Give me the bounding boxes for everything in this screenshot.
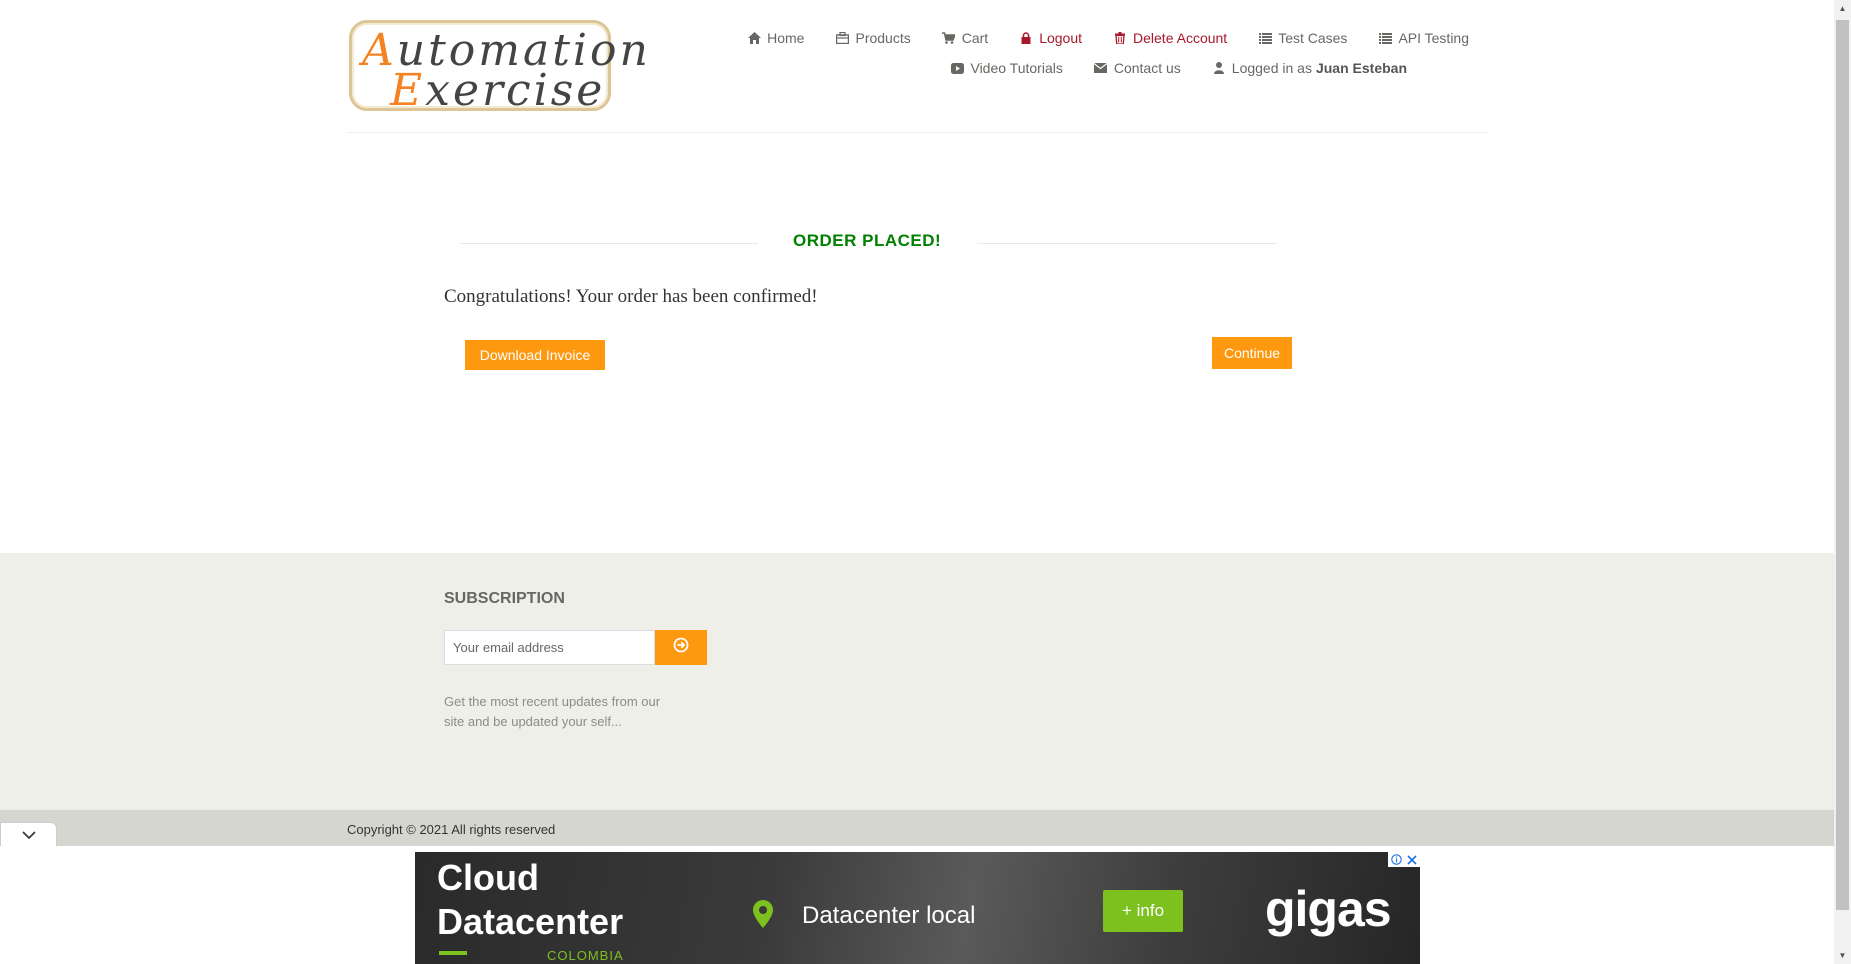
- nav-api-testing-label: API Testing: [1398, 30, 1469, 46]
- arrow-circle-right-icon: [673, 637, 689, 658]
- secondary-nav: Video Tutorials Contact us Logged in as …: [919, 60, 1407, 76]
- products-icon: [835, 31, 849, 45]
- logo-initial-e: E: [390, 65, 426, 116]
- logo-word-exercise: xercise: [425, 65, 606, 116]
- ad-info-button[interactable]: + info: [1103, 890, 1183, 932]
- list-icon: [1378, 31, 1392, 45]
- envelope-icon: [1094, 61, 1108, 75]
- subscription-title: SUBSCRIPTION: [444, 590, 565, 607]
- nav-logged-in-as[interactable]: Logged in as Juan Esteban: [1212, 60, 1407, 76]
- site-logo[interactable]: Automation Exercise: [349, 20, 648, 116]
- title-divider-left: [460, 243, 758, 244]
- main-nav: Home Products Cart Logout Delete Account…: [716, 30, 1469, 46]
- nav-cart[interactable]: Cart: [942, 30, 988, 46]
- logged-in-label: Logged in as: [1231, 60, 1312, 76]
- logged-in-username: Juan Esteban: [1315, 60, 1407, 76]
- home-icon: [747, 31, 761, 45]
- lock-icon: [1019, 31, 1033, 45]
- page-scrollbar[interactable]: ▲ ▼: [1834, 0, 1851, 964]
- nav-video-tutorials[interactable]: Video Tutorials: [950, 60, 1063, 76]
- ad-tagline: Datacenter local: [802, 902, 976, 929]
- nav-delete-account-label: Delete Account: [1133, 30, 1228, 46]
- nav-delete-account[interactable]: Delete Account: [1113, 30, 1227, 46]
- ad-title-line2: Datacenter: [437, 901, 624, 942]
- order-placed-title: ORDER PLACED!: [793, 231, 942, 250]
- continue-button[interactable]: Continue: [1212, 337, 1292, 369]
- nav-test-cases[interactable]: Test Cases: [1258, 30, 1347, 46]
- site-header: Automation Exercise Home Products Cart L…: [347, 0, 1487, 133]
- order-confirmation-message: Congratulations! Your order has been con…: [444, 286, 818, 307]
- subscription-email-input[interactable]: [444, 630, 655, 665]
- close-icon[interactable]: [1404, 852, 1420, 867]
- order-placed-section: ORDER PLACED! Congratulations! Your orde…: [0, 133, 1851, 553]
- ad-banner[interactable]: Cloud Datacenter COLOMBIA Datacenter loc…: [415, 852, 1420, 964]
- nav-home-label: Home: [767, 30, 805, 46]
- nav-products-label: Products: [855, 30, 911, 46]
- nav-contact-us-label: Contact us: [1113, 60, 1181, 76]
- footer-bottom: Copyright © 2021 All rights reserved: [0, 810, 1834, 846]
- nav-logout[interactable]: Logout: [1019, 30, 1082, 46]
- ad-brand-logo: gigas: [1265, 881, 1392, 937]
- scroll-up-arrow-icon[interactable]: ▲: [1834, 0, 1851, 17]
- ad-collapse-toggle[interactable]: [0, 822, 57, 846]
- subscription-description: Get the most recent updates from our sit…: [444, 694, 661, 729]
- download-invoice-button[interactable]: Download Invoice: [465, 340, 605, 370]
- ad-choices-icon[interactable]: [1388, 852, 1404, 867]
- cart-icon: [942, 31, 956, 45]
- scrollbar-thumb[interactable]: [1836, 20, 1849, 910]
- footer-widget: SUBSCRIPTION Get the most recent updates…: [0, 553, 1834, 810]
- copyright-text: Copyright © 2021 All rights reserved: [347, 822, 556, 837]
- ad-title-line1: Cloud: [437, 857, 539, 898]
- nav-video-tutorials-label: Video Tutorials: [970, 60, 1063, 76]
- ad-controls: [1388, 852, 1420, 867]
- nav-products[interactable]: Products: [835, 30, 911, 46]
- nav-test-cases-label: Test Cases: [1278, 30, 1348, 46]
- ad-country: COLOMBIA: [547, 948, 624, 963]
- chevron-down-icon: [21, 826, 36, 844]
- list-icon: [1258, 31, 1272, 45]
- map-pin-icon: [753, 900, 773, 933]
- nav-api-testing[interactable]: API Testing: [1378, 30, 1469, 46]
- title-divider-right: [977, 243, 1277, 244]
- trash-icon: [1113, 31, 1127, 45]
- nav-home[interactable]: Home: [747, 30, 804, 46]
- nav-contact-us[interactable]: Contact us: [1094, 60, 1181, 76]
- youtube-icon: [950, 61, 964, 75]
- ad-container: Cloud Datacenter COLOMBIA Datacenter loc…: [0, 846, 1834, 964]
- nav-cart-label: Cart: [961, 30, 989, 46]
- nav-logout-label: Logout: [1039, 30, 1083, 46]
- ad-accent-bar: [439, 951, 467, 955]
- user-icon: [1212, 61, 1226, 75]
- scroll-down-arrow-icon[interactable]: ▼: [1834, 947, 1851, 964]
- subscribe-button[interactable]: [655, 630, 707, 665]
